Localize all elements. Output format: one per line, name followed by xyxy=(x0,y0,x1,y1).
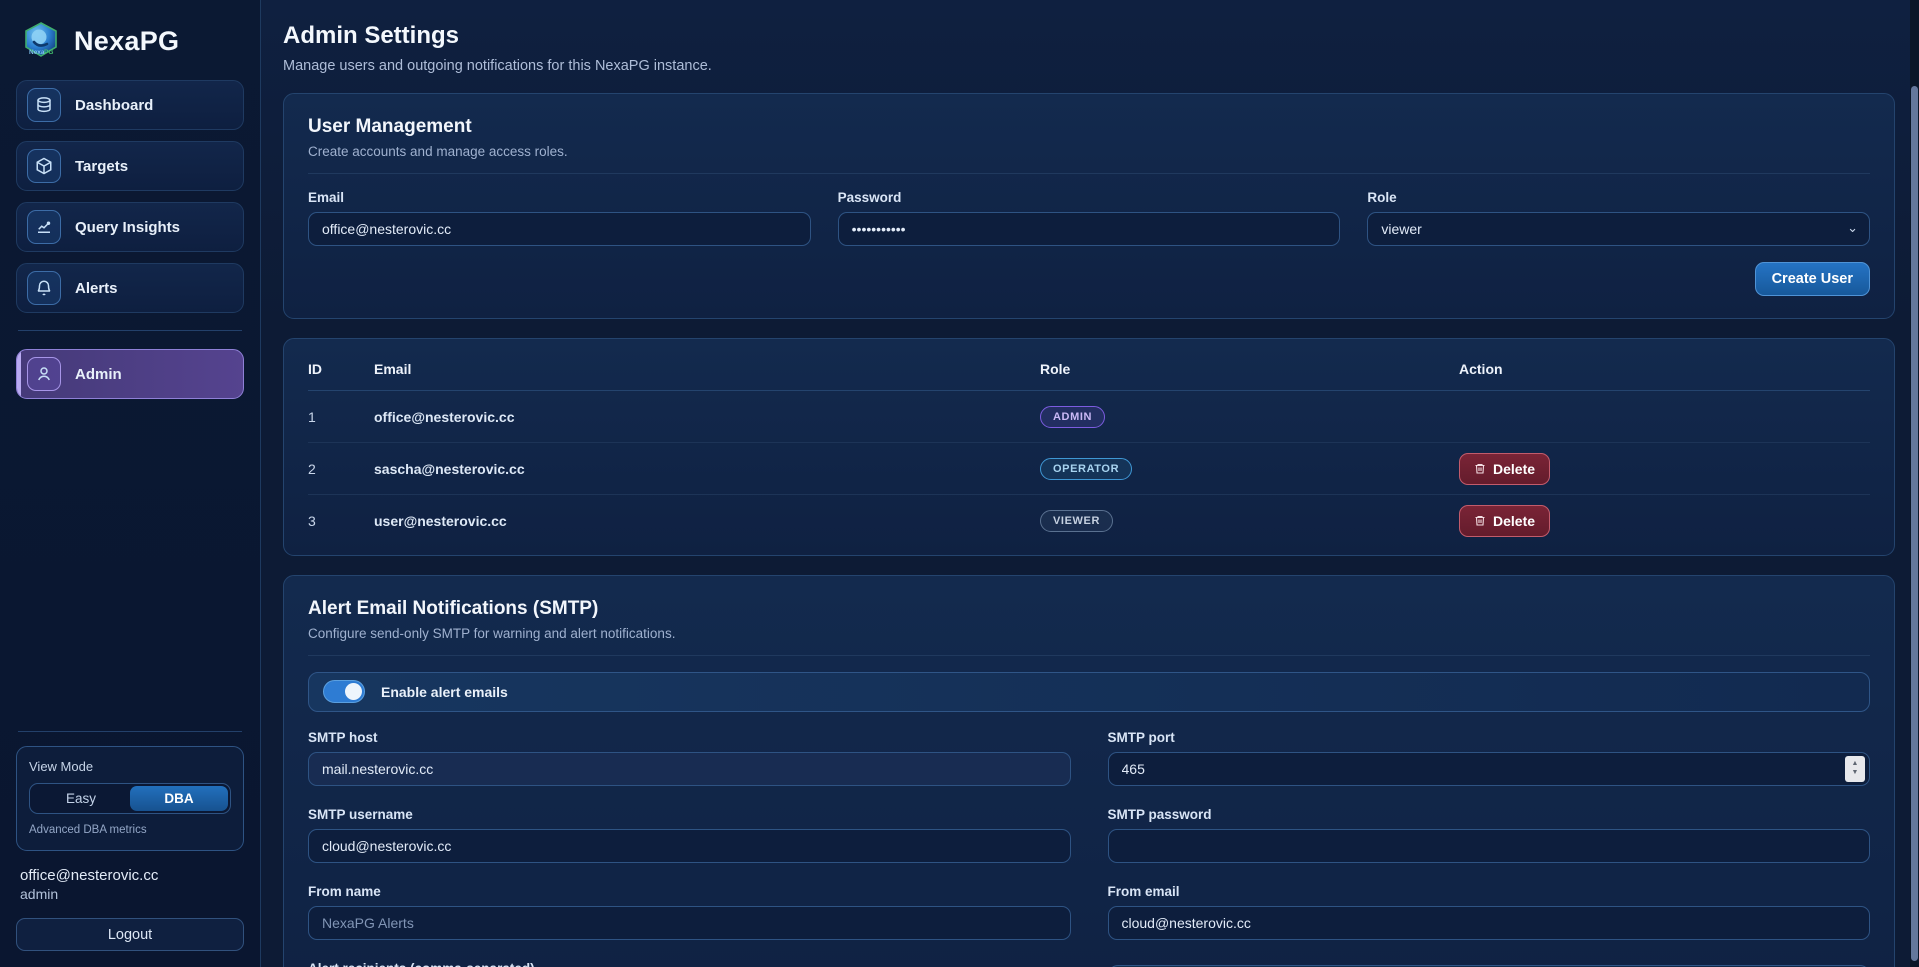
sidebar-item-label: Dashboard xyxy=(75,97,153,114)
from-name-input[interactable] xyxy=(308,906,1071,940)
user-management-card: User Management Create accounts and mana… xyxy=(283,93,1895,319)
number-stepper-icon[interactable]: ▲▼ xyxy=(1845,756,1865,782)
chart-line-icon xyxy=(27,210,61,244)
user-action-cell: Delete xyxy=(1459,495,1870,547)
users-table-card: ID Email Role Action 1office@nesterovic.… xyxy=(283,338,1895,556)
delete-user-button[interactable]: Delete xyxy=(1459,453,1550,485)
email-label: Email xyxy=(308,190,811,205)
smtp-subtitle: Configure send-only SMTP for warning and… xyxy=(308,626,1870,641)
column-header-id: ID xyxy=(308,345,374,391)
view-mode-easy-button[interactable]: Easy xyxy=(32,786,130,811)
table-row: 3user@nesterovic.ccVIEWER Delete xyxy=(308,495,1870,547)
divider xyxy=(308,655,1870,656)
main-content: Admin Settings Manage users and outgoing… xyxy=(261,0,1919,967)
enable-alert-emails-row: Enable alert emails xyxy=(308,672,1870,712)
svg-text:PG: PG xyxy=(44,49,53,56)
sidebar-item-admin[interactable]: Admin xyxy=(16,349,244,399)
delete-label: Delete xyxy=(1493,513,1535,529)
smtp-password-input[interactable] xyxy=(1108,829,1871,863)
column-header-role: Role xyxy=(1040,345,1459,391)
user-email-cell: sascha@nesterovic.cc xyxy=(374,443,1040,495)
delete-label: Delete xyxy=(1493,461,1535,477)
alert-recipients-label: Alert recipients (comma-separated) xyxy=(308,961,1071,967)
user-email-cell: office@nesterovic.cc xyxy=(374,391,1040,443)
table-row: 1office@nesterovic.ccADMIN xyxy=(308,391,1870,443)
role-badge: ADMIN xyxy=(1040,406,1105,428)
divider xyxy=(308,173,1870,174)
trash-icon xyxy=(1474,514,1486,527)
smtp-card: Alert Email Notifications (SMTP) Configu… xyxy=(283,575,1895,967)
user-action-cell: Delete xyxy=(1459,443,1870,495)
sidebar-divider xyxy=(18,330,242,331)
sidebar-bottom-divider xyxy=(18,731,242,732)
smtp-password-label: SMTP password xyxy=(1108,807,1871,822)
users-table: ID Email Role Action 1office@nesterovic.… xyxy=(308,345,1870,547)
smtp-username-label: SMTP username xyxy=(308,807,1071,822)
view-mode-toggle: Easy DBA xyxy=(29,783,231,814)
enable-alert-emails-label: Enable alert emails xyxy=(381,684,508,700)
trash-icon xyxy=(1474,462,1486,475)
delete-user-button[interactable]: Delete xyxy=(1459,505,1550,537)
view-mode-dba-button[interactable]: DBA xyxy=(130,786,228,811)
new-user-email-input[interactable] xyxy=(308,212,811,246)
role-label: Role xyxy=(1367,190,1870,205)
enable-alert-emails-toggle[interactable] xyxy=(323,680,365,703)
current-user-email: office@nesterovic.cc xyxy=(16,867,244,884)
user-id-cell: 3 xyxy=(308,495,374,547)
smtp-port-input[interactable] xyxy=(1108,752,1871,786)
cube-icon xyxy=(27,149,61,183)
smtp-host-input[interactable] xyxy=(308,752,1071,786)
view-mode-panel: View Mode Easy DBA Advanced DBA metrics xyxy=(16,746,244,851)
smtp-username-input[interactable] xyxy=(308,829,1071,863)
sidebar-item-label: Query Insights xyxy=(75,219,180,236)
user-management-title: User Management xyxy=(308,116,1870,138)
view-mode-label: View Mode xyxy=(29,759,231,774)
sidebar-item-label: Targets xyxy=(75,158,128,175)
role-select[interactable]: viewer xyxy=(1367,212,1870,246)
users-table-body: 1office@nesterovic.ccADMIN2sascha@nester… xyxy=(308,391,1870,547)
app-logo: Nexa PG NexaPG xyxy=(16,16,244,80)
user-id-cell: 1 xyxy=(308,391,374,443)
from-name-label: From name xyxy=(308,884,1071,899)
page-subtitle: Manage users and outgoing notifications … xyxy=(283,58,1895,74)
column-header-action: Action xyxy=(1459,345,1870,391)
column-header-email: Email xyxy=(374,345,1040,391)
scrollbar[interactable] xyxy=(1910,0,1919,967)
sidebar-item-label: Alerts xyxy=(75,280,118,297)
scrollbar-thumb[interactable] xyxy=(1911,86,1918,961)
smtp-title: Alert Email Notifications (SMTP) xyxy=(308,598,1870,620)
create-user-button[interactable]: Create User xyxy=(1755,262,1870,296)
sidebar: Nexa PG NexaPG Dashboard Targets Query I… xyxy=(0,0,261,967)
user-email-cell: user@nesterovic.cc xyxy=(374,495,1040,547)
current-user-role: admin xyxy=(16,884,244,918)
bell-icon xyxy=(27,271,61,305)
user-management-subtitle: Create accounts and manage access roles. xyxy=(308,144,1870,159)
sidebar-item-dashboard[interactable]: Dashboard xyxy=(16,80,244,130)
user-id-cell: 2 xyxy=(308,443,374,495)
role-badge: VIEWER xyxy=(1040,510,1113,532)
database-icon xyxy=(27,88,61,122)
sidebar-item-alerts[interactable]: Alerts xyxy=(16,263,244,313)
user-icon xyxy=(27,357,61,391)
page-title: Admin Settings xyxy=(283,22,1895,50)
nexapg-logo-icon: Nexa PG xyxy=(20,20,62,62)
table-row: 2sascha@nesterovic.ccOPERATOR Delete xyxy=(308,443,1870,495)
role-badge: OPERATOR xyxy=(1040,458,1132,480)
password-label: Password xyxy=(838,190,1341,205)
sidebar-item-targets[interactable]: Targets xyxy=(16,141,244,191)
app-name: NexaPG xyxy=(74,26,179,57)
sidebar-item-label: Admin xyxy=(75,366,122,383)
logout-button[interactable]: Logout xyxy=(16,918,244,951)
view-mode-caption: Advanced DBA metrics xyxy=(29,824,231,836)
user-action-cell xyxy=(1459,391,1870,443)
svg-text:Nexa: Nexa xyxy=(29,49,45,56)
sidebar-item-query-insights[interactable]: Query Insights xyxy=(16,202,244,252)
smtp-port-label: SMTP port xyxy=(1108,730,1871,745)
smtp-host-label: SMTP host xyxy=(308,730,1071,745)
from-email-label: From email xyxy=(1108,884,1871,899)
from-email-input[interactable] xyxy=(1108,906,1871,940)
new-user-password-input[interactable] xyxy=(838,212,1341,246)
